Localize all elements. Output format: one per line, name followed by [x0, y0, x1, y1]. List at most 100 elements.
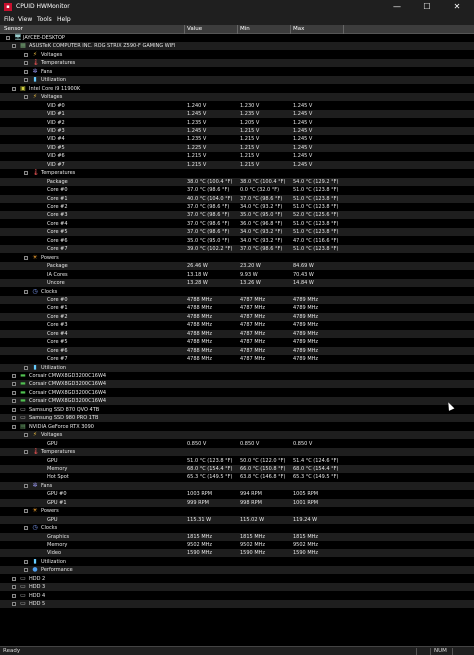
expand-toggle[interactable]: [6, 36, 10, 40]
tree-node[interactable]: ✲ Fans: [0, 68, 474, 76]
sensor-row[interactable]: Video 1590 MHz 1590 MHz 1590 MHz: [0, 549, 474, 558]
sensor-row[interactable]: GPU 0.850 V 0.850 V 0.850 V: [0, 440, 474, 448]
column-divider[interactable]: [237, 25, 238, 34]
menu-help[interactable]: Help: [57, 16, 71, 23]
tree-node[interactable]: ▭ HDD 3: [0, 583, 474, 592]
tree-node[interactable]: ▬ Corsair CMWX8GD3200C16W4: [0, 397, 474, 406]
sensor-row[interactable]: Memory 68.0 °C (154.4 °F) 66.0 °C (150.8 °…: [0, 464, 474, 473]
sensor-row[interactable]: Hot Spot 65.3 °C (149.5 °F) 63.8 °C (146.8…: [0, 473, 474, 481]
sensor-row[interactable]: VID #6 1.215 V 1.215 V 1.245 V: [0, 152, 474, 160]
tree-node[interactable]: 🌡 Temperatures: [0, 59, 474, 68]
column-divider[interactable]: [184, 25, 185, 34]
sensor-row[interactable]: VID #1 1.245 V 1.235 V 1.245 V: [0, 110, 474, 119]
menu-view[interactable]: View: [18, 16, 32, 23]
sensor-row[interactable]: Package 38.0 °C (100.4 °F) 38.0 °C (100.4 …: [0, 177, 474, 186]
sensor-row[interactable]: IA Cores 13.18 W 9.93 W 70.43 W: [0, 271, 474, 279]
tree-node[interactable]: ◷ Clocks: [0, 524, 474, 532]
sensor-row[interactable]: Core #0 4788 MHz 4787 MHz 4789 MHz: [0, 295, 474, 304]
sensor-row[interactable]: Memory 9502 MHz 9502 MHz 9502 MHz: [0, 541, 474, 549]
tree-node[interactable]: ▬ Corsair CMWX8GD3200C16W4: [0, 389, 474, 397]
tree-node[interactable]: ☀ Powers: [0, 507, 474, 515]
sensor-row[interactable]: Core #6 4788 MHz 4787 MHz 4789 MHz: [0, 346, 474, 355]
sensor-row[interactable]: VID #5 1.225 V 1.215 V 1.245 V: [0, 143, 474, 152]
sensor-row[interactable]: Core #2 37.0 °C (98.6 °F) 34.0 °C (93.2 °F…: [0, 203, 474, 211]
expand-toggle[interactable]: [24, 78, 28, 83]
expand-toggle[interactable]: [12, 86, 16, 91]
expand-toggle[interactable]: [24, 171, 28, 176]
expand-toggle[interactable]: [24, 483, 28, 488]
tree-node[interactable]: ⚡ Voltages: [0, 93, 474, 102]
column-min[interactable]: Min: [240, 26, 250, 32]
expand-toggle[interactable]: [12, 593, 16, 598]
sensor-row[interactable]: Core #6 35.0 °C (95.0 °F) 34.0 °C (93.2 °F…: [0, 237, 474, 245]
expand-toggle[interactable]: [24, 568, 28, 573]
sensor-row[interactable]: VID #0 1.240 V 1.230 V 1.245 V: [0, 102, 474, 110]
tree-node[interactable]: ⚡ Voltages: [0, 51, 474, 59]
expand-toggle[interactable]: [24, 61, 28, 66]
menu-tools[interactable]: Tools: [37, 16, 52, 23]
sensor-tree[interactable]: 🖥 JAYCEE-DESKTOP ▦ ASUSTeK COMPUTER INC. RO…: [0, 34, 474, 646]
expand-toggle[interactable]: [24, 559, 28, 564]
column-divider[interactable]: [343, 25, 344, 34]
sensor-row[interactable]: Core #1 4788 MHz 4787 MHz 4789 MHz: [0, 304, 474, 312]
expand-toggle[interactable]: [12, 585, 16, 590]
expand-toggle[interactable]: [12, 424, 16, 429]
close-button[interactable]: ✕: [442, 0, 472, 14]
tree-node[interactable]: ◷ Clocks: [0, 288, 474, 296]
column-max[interactable]: Max: [293, 26, 304, 32]
expand-toggle[interactable]: [24, 69, 28, 74]
column-sensor[interactable]: Sensor: [4, 26, 23, 32]
maximize-button[interactable]: ☐: [412, 0, 442, 14]
sensor-row[interactable]: GPU 115.31 W 115.02 W 119.24 W: [0, 515, 474, 524]
tree-node[interactable]: 🌡 Temperatures: [0, 169, 474, 177]
expand-toggle[interactable]: [12, 576, 16, 581]
tree-node[interactable]: 🌡 Temperatures: [0, 448, 474, 457]
tree-node[interactable]: ▤ NVIDIA GeForce RTX 3090: [0, 423, 474, 431]
column-divider[interactable]: [290, 25, 291, 34]
tree-node[interactable]: ▣ Intel Core i9 11900K: [0, 85, 474, 93]
expand-toggle[interactable]: [12, 374, 16, 378]
sensor-row[interactable]: Core #1 40.0 °C (104.0 °F) 37.0 °C (98.6 °…: [0, 194, 474, 203]
tree-node[interactable]: ▭ Samsung SSD 980 PRO 1TB: [0, 414, 474, 423]
expand-toggle[interactable]: [12, 602, 16, 607]
menu-file[interactable]: File: [4, 16, 14, 23]
tree-node[interactable]: ▮ Utilization: [0, 363, 474, 372]
expand-toggle[interactable]: [24, 365, 28, 370]
expand-toggle[interactable]: [24, 450, 28, 455]
expand-toggle[interactable]: [24, 52, 28, 57]
sensor-row[interactable]: Core #3 37.0 °C (98.6 °F) 35.0 °C (95.0 °F…: [0, 211, 474, 220]
sensor-row[interactable]: Core #5 37.0 °C (98.6 °F) 34.0 °C (93.2 °F…: [0, 228, 474, 237]
tree-node[interactable]: 🖥 JAYCEE-DESKTOP: [0, 34, 474, 42]
tree-node[interactable]: ● Performance: [0, 566, 474, 575]
expand-toggle[interactable]: [24, 95, 28, 100]
tree-node[interactable]: ✲ Fans: [0, 481, 474, 490]
expand-toggle[interactable]: [12, 407, 16, 412]
sensor-row[interactable]: Core #3 4788 MHz 4787 MHz 4789 MHz: [0, 321, 474, 329]
minimize-button[interactable]: —: [382, 0, 412, 14]
sensor-row[interactable]: Core #2 4788 MHz 4787 MHz 4789 MHz: [0, 312, 474, 321]
tree-node[interactable]: ▮ Utilization: [0, 558, 474, 566]
expand-toggle[interactable]: [12, 399, 16, 404]
sensor-row[interactable]: VID #2 1.235 V 1.205 V 1.245 V: [0, 119, 474, 127]
sensor-row[interactable]: GPU #1 999 RPM 998 RPM 1001 RPM: [0, 498, 474, 507]
sensor-row[interactable]: GPU 51.0 °C (123.8 °F) 50.0 °C (122.0 °F) 5…: [0, 457, 474, 465]
tree-node[interactable]: ▭ HDD 2: [0, 575, 474, 583]
sensor-row[interactable]: Core #4 4788 MHz 4787 MHz 4789 MHz: [0, 329, 474, 338]
sensor-row[interactable]: Graphics 1815 MHz 1815 MHz 1815 MHz: [0, 532, 474, 541]
tree-node[interactable]: ▦ ASUSTeK COMPUTER INC. ROG STRIX Z590-F …: [0, 42, 474, 51]
expand-toggle[interactable]: [24, 526, 28, 531]
tree-node[interactable]: ▭ HDD 5: [0, 600, 474, 609]
sensor-row[interactable]: Core #0 37.0 °C (98.6 °F) 0.0 °C (32.0 °F)…: [0, 186, 474, 194]
sensor-row[interactable]: VID #7 1.215 V 1.215 V 1.245 V: [0, 160, 474, 169]
tree-node[interactable]: ⚡ Voltages: [0, 431, 474, 440]
tree-node[interactable]: ☀ Powers: [0, 254, 474, 262]
sensor-row[interactable]: Package 26.46 W 23.20 W 84.69 W: [0, 262, 474, 271]
expand-toggle[interactable]: [24, 255, 28, 260]
sensor-row[interactable]: Core #5 4788 MHz 4787 MHz 4789 MHz: [0, 338, 474, 346]
tree-node[interactable]: ▬ Corsair CMWX8GD3200C16W4: [0, 372, 474, 380]
expand-toggle[interactable]: [12, 390, 16, 395]
tree-node[interactable]: ▮ Utilization: [0, 76, 474, 85]
sensor-row[interactable]: Core #7 4788 MHz 4787 MHz 4789 MHz: [0, 355, 474, 363]
expand-toggle[interactable]: [12, 382, 16, 387]
sensor-row[interactable]: VID #3 1.245 V 1.215 V 1.245 V: [0, 126, 474, 135]
